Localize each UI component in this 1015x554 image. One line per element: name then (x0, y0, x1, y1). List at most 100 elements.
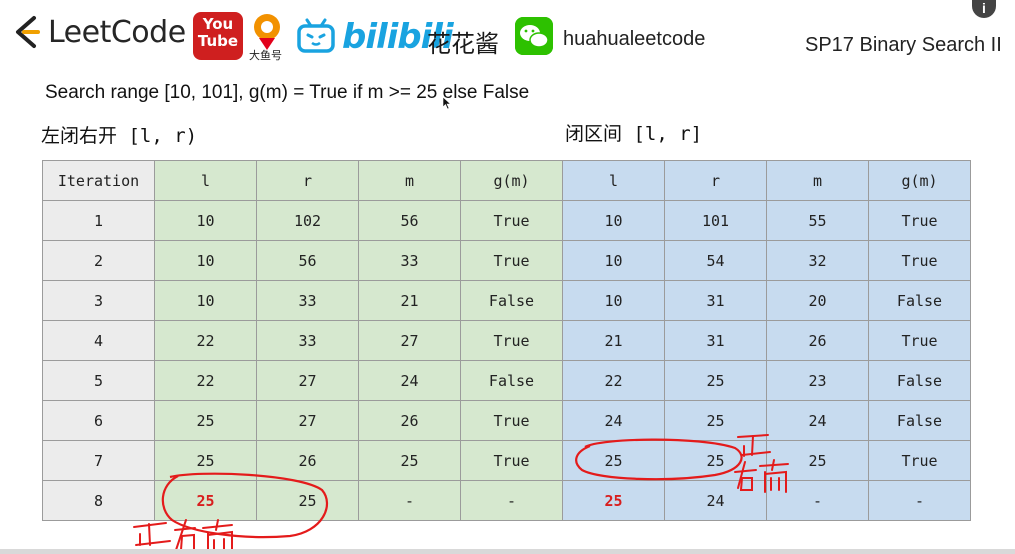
cell-left-l: 25 (154, 400, 257, 441)
info-icon[interactable]: i (972, 0, 996, 18)
leetcode-logo: LeetCode (12, 14, 186, 50)
cell-left-m: 25 (358, 440, 461, 481)
cell-right-r: 24 (664, 480, 767, 521)
cell-right-gm: True (868, 320, 971, 361)
cell-left-gm: True (460, 400, 563, 441)
header-left-m: m (358, 160, 461, 201)
iteration-table: Iteration l r m g(m) l r m g(m) 1 10 102 56… (42, 160, 971, 521)
cell-right-m: 24 (766, 400, 869, 441)
cell-iteration: 7 (42, 440, 155, 481)
cell-right-l: 10 (562, 200, 665, 241)
dayu-label: 大鱼号 (249, 50, 282, 62)
cell-right-l: 10 (562, 280, 665, 321)
cell-right-r: 31 (664, 320, 767, 361)
header-left-r: r (256, 160, 359, 201)
cell-left-r: 102 (256, 200, 359, 241)
table-row: 1 10 102 56 True 10 101 55 True (42, 200, 971, 241)
header-left-gm: g(m) (460, 160, 563, 201)
cell-left-l: 22 (154, 360, 257, 401)
cell-iteration: 5 (42, 360, 155, 401)
cell-iteration: 3 (42, 280, 155, 321)
cell-right-m: 55 (766, 200, 869, 241)
cell-iteration: 1 (42, 200, 155, 241)
wechat-icon (515, 17, 553, 55)
cell-left-m: 24 (358, 360, 461, 401)
cell-right-gm: True (868, 200, 971, 241)
cell-left-gm: True (460, 200, 563, 241)
cell-left-r: 26 (256, 440, 359, 481)
table-row: 2 10 56 33 True 10 54 32 True (42, 240, 971, 281)
cell-iteration: 2 (42, 240, 155, 281)
cell-right-gm: True (868, 440, 971, 481)
cell-right-r: 25 (664, 400, 767, 441)
cell-left-m: 27 (358, 320, 461, 361)
cell-right-m: 26 (766, 320, 869, 361)
cell-left-gm: True (460, 440, 563, 481)
cell-left-r: 27 (256, 400, 359, 441)
cell-right-r: 25 (664, 440, 767, 481)
cell-left-r: 27 (256, 360, 359, 401)
cell-left-r: 56 (256, 240, 359, 281)
cell-left-l: 10 (154, 240, 257, 281)
closed-interval-label: 闭区间 [l, r] (565, 123, 703, 145)
cell-right-gm: True (868, 240, 971, 281)
cell-left-r: 33 (256, 320, 359, 361)
slide-title: SP17 Binary Search II (805, 34, 1002, 56)
cell-left-l: 10 (154, 200, 257, 241)
header-right-l: l (562, 160, 665, 201)
bilibili-tv-icon (297, 18, 335, 53)
cell-right-l: 24 (562, 400, 665, 441)
leetcode-icon (16, 16, 40, 48)
cell-left-gm: False (460, 360, 563, 401)
header-iteration: Iteration (42, 160, 155, 201)
cell-right-gm: - (868, 480, 971, 521)
table-row: 3 10 33 21 False 10 31 20 False (42, 280, 971, 321)
cell-right-m: - (766, 480, 869, 521)
cell-iteration: 6 (42, 400, 155, 441)
cell-right-gm: False (868, 400, 971, 441)
huahua-chinese-name: 花花酱 (427, 30, 499, 58)
cell-iteration: 4 (42, 320, 155, 361)
cell-left-r: 33 (256, 280, 359, 321)
cell-left-m: 26 (358, 400, 461, 441)
table-row: 4 22 33 27 True 21 31 26 True (42, 320, 971, 361)
wechat-account-label: huahualeetcode (563, 28, 706, 50)
table-header-row: Iteration l r m g(m) l r m g(m) (42, 160, 971, 201)
cell-right-m: 25 (766, 440, 869, 481)
header: LeetCode You Tube 大鱼号 bilibili 花花酱 huahu… (0, 0, 1015, 70)
header-right-gm: g(m) (868, 160, 971, 201)
cell-right-l: 25 (562, 480, 665, 521)
cell-right-m: 23 (766, 360, 869, 401)
cell-right-gm: False (868, 280, 971, 321)
cell-left-gm: False (460, 280, 563, 321)
cell-left-gm: True (460, 240, 563, 281)
table-row: 7 25 26 25 True 25 25 25 True (42, 440, 971, 481)
cell-left-l: 10 (154, 280, 257, 321)
youtube-icon: You Tube (193, 12, 243, 60)
cell-left-m: 56 (358, 200, 461, 241)
cell-right-r: 54 (664, 240, 767, 281)
cell-right-m: 20 (766, 280, 869, 321)
cell-left-m: 33 (358, 240, 461, 281)
cell-left-m: - (358, 480, 461, 521)
cell-left-r: 25 (256, 480, 359, 521)
cell-right-r: 101 (664, 200, 767, 241)
cell-right-r: 25 (664, 360, 767, 401)
cell-left-l: 22 (154, 320, 257, 361)
cell-left-m: 21 (358, 280, 461, 321)
half-open-interval-label: 左闭右开 [l, r) (41, 125, 198, 147)
cell-right-m: 32 (766, 240, 869, 281)
watermark (513, 111, 539, 159)
cell-right-gm: False (868, 360, 971, 401)
table-row: 8 25 25- -25 24- - (42, 480, 971, 521)
cell-iteration: 8 (42, 480, 155, 521)
cell-left-l: 25 (154, 480, 257, 521)
cell-right-l: 25 (562, 440, 665, 481)
leetcode-wordmark: LeetCode (48, 14, 186, 50)
video-progress-bar[interactable] (0, 549, 1015, 554)
cell-right-l: 10 (562, 240, 665, 281)
slide: LeetCode You Tube 大鱼号 bilibili 花花酱 huahu… (0, 0, 1015, 554)
cell-right-l: 21 (562, 320, 665, 361)
cell-left-gm: True (460, 320, 563, 361)
cell-left-gm: - (460, 480, 563, 521)
